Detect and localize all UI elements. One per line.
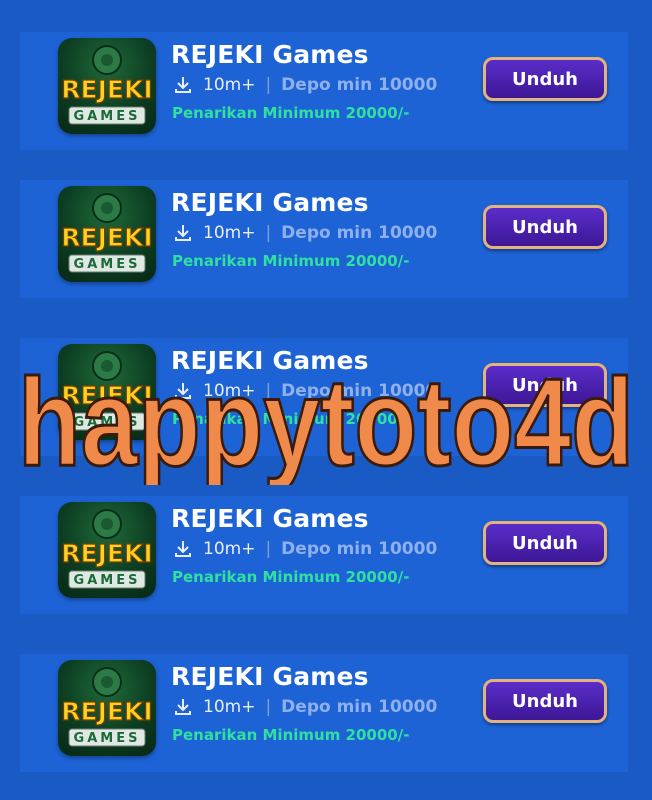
svg-text:GAMES: GAMES: [74, 731, 141, 746]
download-icon: [175, 225, 191, 241]
download-button[interactable]: Unduh: [483, 205, 607, 249]
app-title: REJEKI Games: [171, 188, 369, 217]
app-list: REJEKI GAMES REJEKI Games 10m+ | Depo mi…: [0, 0, 652, 800]
separator: |: [265, 697, 272, 717]
app-card: REJEKI GAMES REJEKI Games 10m+ | Depo mi…: [20, 338, 628, 456]
app-card: REJEKI GAMES REJEKI Games 10m+ | Depo mi…: [20, 32, 628, 150]
svg-text:REJEKI: REJEKI: [61, 75, 152, 104]
svg-text:GAMES: GAMES: [74, 109, 141, 124]
download-icon: [175, 383, 191, 399]
app-card: REJEKI GAMES REJEKI Games 10m+ | Depo mi…: [20, 496, 628, 614]
rejeki-games-logo: REJEKI GAMES: [58, 660, 156, 756]
rejeki-games-logo: REJEKI GAMES: [58, 502, 156, 598]
svg-text:REJEKI: REJEKI: [61, 381, 152, 410]
deposit-min: Depo min 10000: [281, 381, 438, 401]
svg-text:GAMES: GAMES: [74, 257, 141, 272]
download-button[interactable]: Unduh: [483, 521, 607, 565]
rejeki-games-logo: REJEKI GAMES: [58, 186, 156, 282]
download-count: 10m+: [203, 75, 256, 95]
app-title: REJEKI Games: [171, 504, 369, 533]
download-count: 10m+: [203, 223, 256, 243]
withdraw-min: Penarikan Minimum 20000/-: [172, 104, 410, 122]
app-card: REJEKI GAMES REJEKI Games 10m+ | Depo mi…: [20, 654, 628, 772]
download-icon: [175, 699, 191, 715]
app-meta: 10m+ | Depo min 10000: [173, 538, 437, 560]
app-meta: 10m+ | Depo min 10000: [173, 380, 437, 402]
app-meta: 10m+ | Depo min 10000: [173, 74, 437, 96]
withdraw-min: Penarikan Minimum 20000/-: [172, 252, 410, 270]
deposit-min: Depo min 10000: [281, 539, 438, 559]
separator: |: [265, 539, 272, 559]
separator: |: [265, 223, 272, 243]
separator: |: [265, 381, 272, 401]
download-button[interactable]: Unduh: [483, 363, 607, 407]
withdraw-min: Penarikan Minimum 20000/-: [172, 568, 410, 586]
app-meta: 10m+ | Depo min 10000: [173, 222, 437, 244]
rejeki-games-logo: REJEKI GAMES: [58, 344, 156, 440]
app-card: REJEKI GAMES REJEKI Games 10m+ | Depo mi…: [20, 180, 628, 298]
app-title: REJEKI Games: [171, 346, 369, 375]
app-meta: 10m+ | Depo min 10000: [173, 696, 437, 718]
svg-text:REJEKI: REJEKI: [61, 223, 152, 252]
deposit-min: Depo min 10000: [281, 697, 438, 717]
svg-text:REJEKI: REJEKI: [61, 539, 152, 568]
svg-text:REJEKI: REJEKI: [61, 697, 152, 726]
app-title: REJEKI Games: [171, 662, 369, 691]
separator: |: [265, 75, 272, 95]
deposit-min: Depo min 10000: [281, 223, 438, 243]
download-count: 10m+: [203, 697, 256, 717]
download-count: 10m+: [203, 539, 256, 559]
download-count: 10m+: [203, 381, 256, 401]
svg-text:GAMES: GAMES: [74, 573, 141, 588]
app-title: REJEKI Games: [171, 40, 369, 69]
download-button[interactable]: Unduh: [483, 57, 607, 101]
rejeki-games-logo: REJEKI GAMES: [58, 38, 156, 134]
download-icon: [175, 541, 191, 557]
deposit-min: Depo min 10000: [281, 75, 438, 95]
download-button[interactable]: Unduh: [483, 679, 607, 723]
download-icon: [175, 77, 191, 93]
svg-text:GAMES: GAMES: [74, 415, 141, 430]
withdraw-min: Penarikan Minimum 20000/-: [172, 726, 410, 744]
withdraw-min: Penarikan Minimum 20000/-: [172, 410, 410, 428]
